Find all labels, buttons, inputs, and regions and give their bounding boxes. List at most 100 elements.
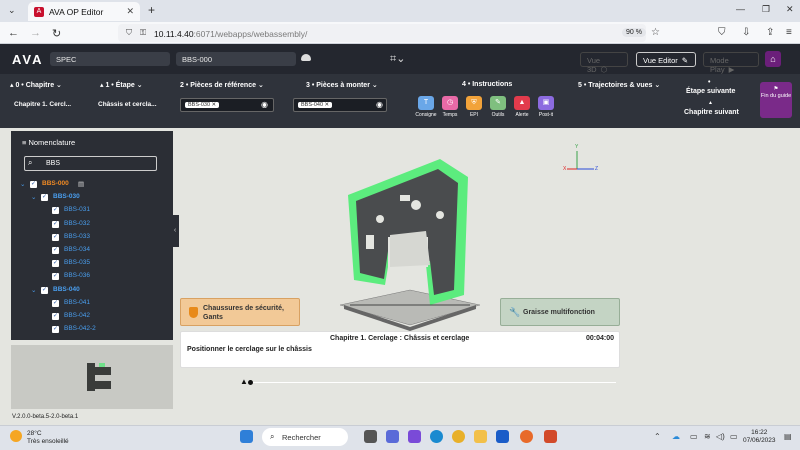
monter-pieces-select[interactable]: BBS-040 ✕ [293, 98, 387, 112]
trajectoires-dropdown[interactable]: 5 • Trajectoires & vues ⌄ [578, 81, 660, 89]
meet-icon[interactable] [408, 430, 421, 443]
tray-chevron-icon[interactable]: ⌃ [654, 432, 661, 441]
document-icon[interactable]: ▤ [78, 180, 84, 188]
assembly-3d-model[interactable] [330, 155, 490, 335]
tree-checkbox[interactable]: ✓ [52, 273, 59, 281]
tree-checkbox[interactable]: ✓ [52, 207, 59, 215]
timeline-marker-icon[interactable]: ▲ [240, 377, 248, 386]
ref-chip[interactable]: BBS-030 ✕ [185, 102, 220, 108]
volume-icon[interactable]: ◁) [716, 432, 725, 441]
notifications-icon[interactable]: ▤ [784, 432, 792, 441]
tree-checkbox[interactable]: ✓ [41, 194, 48, 202]
instruction-temps-button[interactable]: ◷ [442, 96, 458, 110]
timeline-playhead[interactable] [248, 380, 253, 385]
ref-visibility-icon[interactable]: ◉ [261, 100, 268, 109]
instruction-epi-button[interactable]: ⛨ [466, 96, 482, 110]
weather-widget[interactable]: 28°C Très ensoleillé [27, 430, 69, 446]
chrome-icon[interactable] [452, 430, 465, 443]
explorer-icon[interactable] [474, 430, 487, 443]
mode-play-button[interactable]: Mode Play ▶ [703, 52, 759, 74]
timeline-track[interactable] [250, 382, 616, 383]
tree-item-label[interactable]: BBS-030 [53, 193, 80, 200]
zoom-level[interactable]: 90 % [622, 28, 646, 37]
minimize-icon[interactable]: — [736, 4, 745, 14]
nomenclature-search-input[interactable] [24, 156, 157, 171]
insecure-lock-icon[interactable]: ⚿ [140, 28, 146, 38]
tree-expand-icon[interactable]: ⌄ [31, 286, 36, 294]
end-guide-button[interactable]: ⚑ Fin du guide [760, 82, 792, 118]
tree-checkbox[interactable]: ✓ [52, 313, 59, 320]
powerpoint-icon[interactable] [544, 430, 557, 443]
instruction-outils-button[interactable]: ✎ [490, 96, 506, 110]
teams-icon[interactable] [386, 430, 399, 443]
maximize-icon[interactable]: ❐ [762, 4, 770, 15]
browser-tab[interactable]: A AVA OP Editor ✕ [28, 2, 140, 21]
extensions-icon[interactable]: ⇩ [742, 27, 750, 38]
next-chapter-button[interactable]: Chapitre suivant [684, 109, 739, 116]
tree-checkbox[interactable]: ✓ [52, 326, 59, 334]
taskbar-clock[interactable]: 16:22 07/06/2023 [743, 429, 776, 445]
tree-item-label[interactable]: BBS-000 [42, 180, 69, 187]
edge-icon[interactable] [430, 430, 443, 443]
ref-pieces-select[interactable]: BBS-030 ✕ [180, 98, 274, 112]
etape-dropdown[interactable]: ▴ 1 • Étape ⌄ [100, 81, 143, 89]
monter-pieces-dropdown[interactable]: 3 • Pièces à monter ⌄ [306, 81, 378, 89]
tray-app-icon[interactable]: ▭ [690, 432, 698, 441]
start-icon[interactable] [240, 430, 253, 443]
tree-item-label[interactable]: BBS-032 [64, 220, 90, 227]
collapse-panel-button[interactable]: ‹ [171, 215, 179, 247]
battery-icon[interactable]: ▭ [730, 432, 738, 441]
tree-checkbox[interactable]: ✓ [52, 260, 59, 268]
wifi-icon[interactable]: ≋ [704, 432, 711, 441]
assembly-field[interactable]: BBS-000 [176, 52, 296, 66]
tree-item-label[interactable]: BBS-042-2 [64, 325, 96, 332]
menu-icon[interactable]: ≡ [786, 27, 792, 38]
tab-list-icon[interactable]: ⌄ [8, 5, 16, 16]
vue-3d-button[interactable]: Vue 3D ⬡ [580, 52, 628, 74]
monter-visibility-icon[interactable]: ◉ [376, 100, 383, 109]
url-text[interactable]: 10.11.4.40:6071/webapps/webassembly/ [154, 29, 307, 39]
tracking-shield-icon[interactable]: ⛉ [126, 28, 132, 38]
next-step-button[interactable]: Étape suivante [686, 88, 735, 95]
sun-icon[interactable] [10, 430, 22, 442]
pocket-icon[interactable]: ⛉ [718, 27, 726, 38]
tree-expand-icon[interactable]: ⌄ [31, 193, 36, 201]
close-window-icon[interactable]: ✕ [786, 4, 794, 15]
tree-item-label[interactable]: BBS-040 [53, 286, 80, 293]
tree-expand-icon[interactable]: ⌄ [20, 180, 25, 188]
back-icon[interactable]: ← [8, 27, 19, 39]
epi-card[interactable]: Chaussures de sécurité, Gants [180, 298, 300, 326]
tree-item-label[interactable]: BBS-042 [64, 312, 90, 319]
bookmark-star-icon[interactable]: ☆ [651, 27, 660, 38]
tree-checkbox[interactable]: ✓ [52, 233, 59, 241]
instruction-alerte-button[interactable]: ▲ [514, 96, 530, 110]
home-button[interactable]: ⌂ [765, 51, 781, 67]
forward-icon[interactable]: → [30, 27, 41, 39]
tree-checkbox[interactable]: ✓ [52, 220, 59, 228]
tab-close-icon[interactable]: ✕ [126, 6, 134, 17]
tree-item-label[interactable]: BBS-033 [64, 233, 90, 240]
taskview-icon[interactable] [364, 430, 377, 443]
vue-editor-button[interactable]: Vue Editor ✎ [636, 52, 696, 67]
ref-pieces-dropdown[interactable]: 2 • Pièces de référence ⌄ [180, 81, 264, 89]
cloud-icon[interactable] [301, 54, 311, 61]
reload-icon[interactable]: ↻ [52, 27, 61, 40]
tree-item-label[interactable]: BBS-041 [64, 299, 90, 306]
new-tab-icon[interactable]: + [148, 3, 155, 17]
scan-icon[interactable]: ⌗⌄ [390, 52, 405, 66]
instruction-consigne-button[interactable]: T [418, 96, 434, 110]
tree-checkbox[interactable]: ✓ [41, 286, 48, 294]
project-field[interactable]: SPEC [50, 52, 170, 66]
tree-item-label[interactable]: BBS-034 [64, 246, 90, 253]
share-icon[interactable]: ⇪ [766, 27, 774, 38]
tool-card[interactable]: 🔧 Graisse multifonction [500, 298, 620, 326]
outlook-icon[interactable] [496, 430, 509, 443]
tree-item-label[interactable]: BBS-031 [64, 206, 90, 213]
onedrive-icon[interactable]: ☁ [672, 432, 680, 441]
instruction-postit-button[interactable]: ▣ [538, 96, 554, 110]
chapitre-dropdown[interactable]: ▴ 0 • Chapitre ⌄ [10, 81, 62, 89]
tree-item-label[interactable]: BBS-036 [64, 272, 90, 279]
firefox-icon[interactable] [520, 430, 533, 443]
tree-checkbox[interactable]: ✓ [52, 299, 59, 307]
tree-checkbox[interactable]: ✓ [52, 247, 59, 254]
